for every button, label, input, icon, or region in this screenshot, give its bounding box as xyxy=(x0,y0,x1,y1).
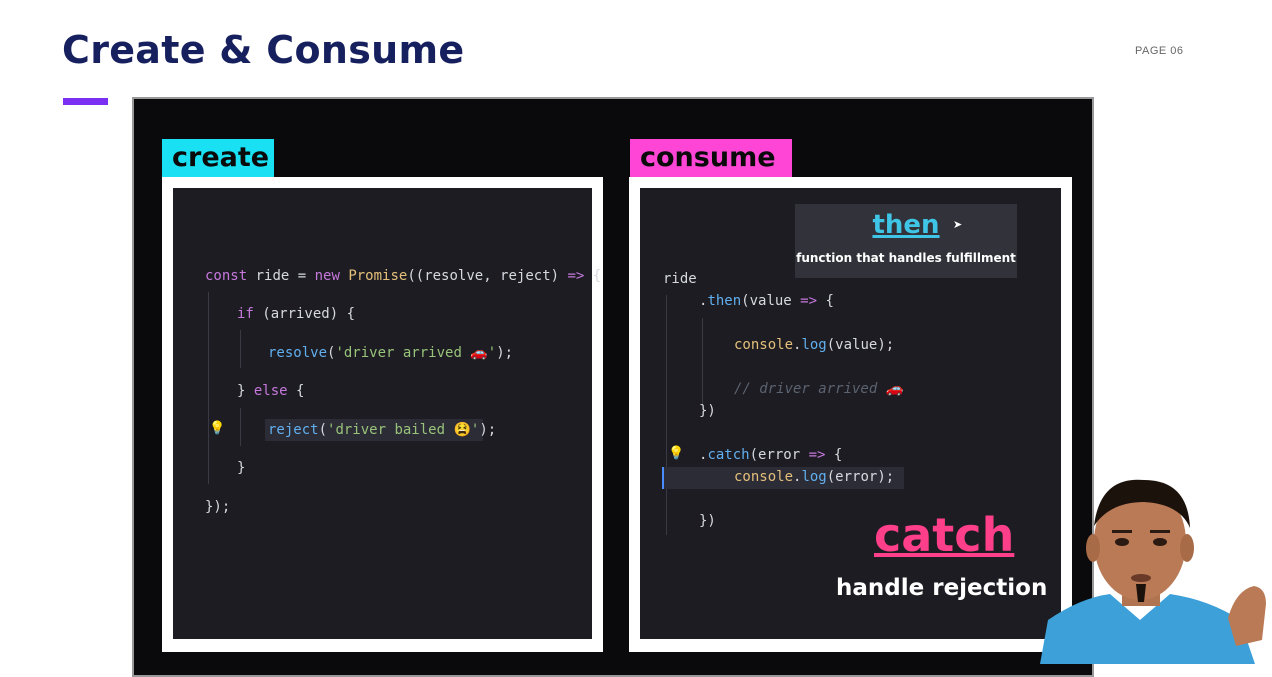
indent-guide xyxy=(208,292,209,484)
code-line: resolve('driver arrived 🚗'); xyxy=(268,345,514,361)
code-line: } xyxy=(237,460,246,476)
slide-title: Create & Consume xyxy=(62,28,465,72)
code-line: console.log(value); xyxy=(734,337,895,353)
indent-guide xyxy=(702,318,703,406)
code-line: .catch(error => { xyxy=(699,447,843,463)
code-line: } else { xyxy=(237,383,305,399)
code-line: console.log(error); xyxy=(734,469,895,485)
code-comment: // driver arrived 🚗 xyxy=(734,381,904,397)
title-accent-bar xyxy=(63,98,108,105)
then-tooltip: then function that handles fulfillment xyxy=(795,204,1017,278)
then-description: function that handles fulfillment xyxy=(796,251,1016,265)
code-line: const ride = new Promise((resolve, rejec… xyxy=(205,268,602,284)
mouse-cursor-icon: ➤ xyxy=(953,218,963,231)
page-number: PAGE 06 xyxy=(1135,45,1184,57)
catch-title: catch xyxy=(874,508,1015,562)
code-line: }); xyxy=(205,499,231,515)
consume-tag: consume xyxy=(630,139,792,177)
code-line: reject('driver bailed 😫'); xyxy=(268,422,497,438)
catch-description: handle rejection xyxy=(836,575,1048,601)
create-tag: create xyxy=(162,139,274,177)
indent-guide xyxy=(666,295,667,535)
lightbulb-icon[interactable]: 💡 xyxy=(668,446,684,461)
code-line: .then(value => { xyxy=(699,293,834,309)
text-caret xyxy=(662,467,664,489)
code-line: ride xyxy=(663,271,697,287)
code-line: if (arrived) { xyxy=(237,306,356,322)
then-title: then xyxy=(872,210,940,240)
indent-guide xyxy=(240,330,241,368)
code-line: }) xyxy=(699,403,716,419)
presenter-avatar-icon xyxy=(1040,470,1272,664)
lightbulb-icon[interactable]: 💡 xyxy=(209,421,225,436)
code-line: }) xyxy=(699,513,716,529)
presenter-webcam xyxy=(1040,470,1272,664)
indent-guide xyxy=(240,408,241,446)
create-code-editor xyxy=(173,188,592,639)
